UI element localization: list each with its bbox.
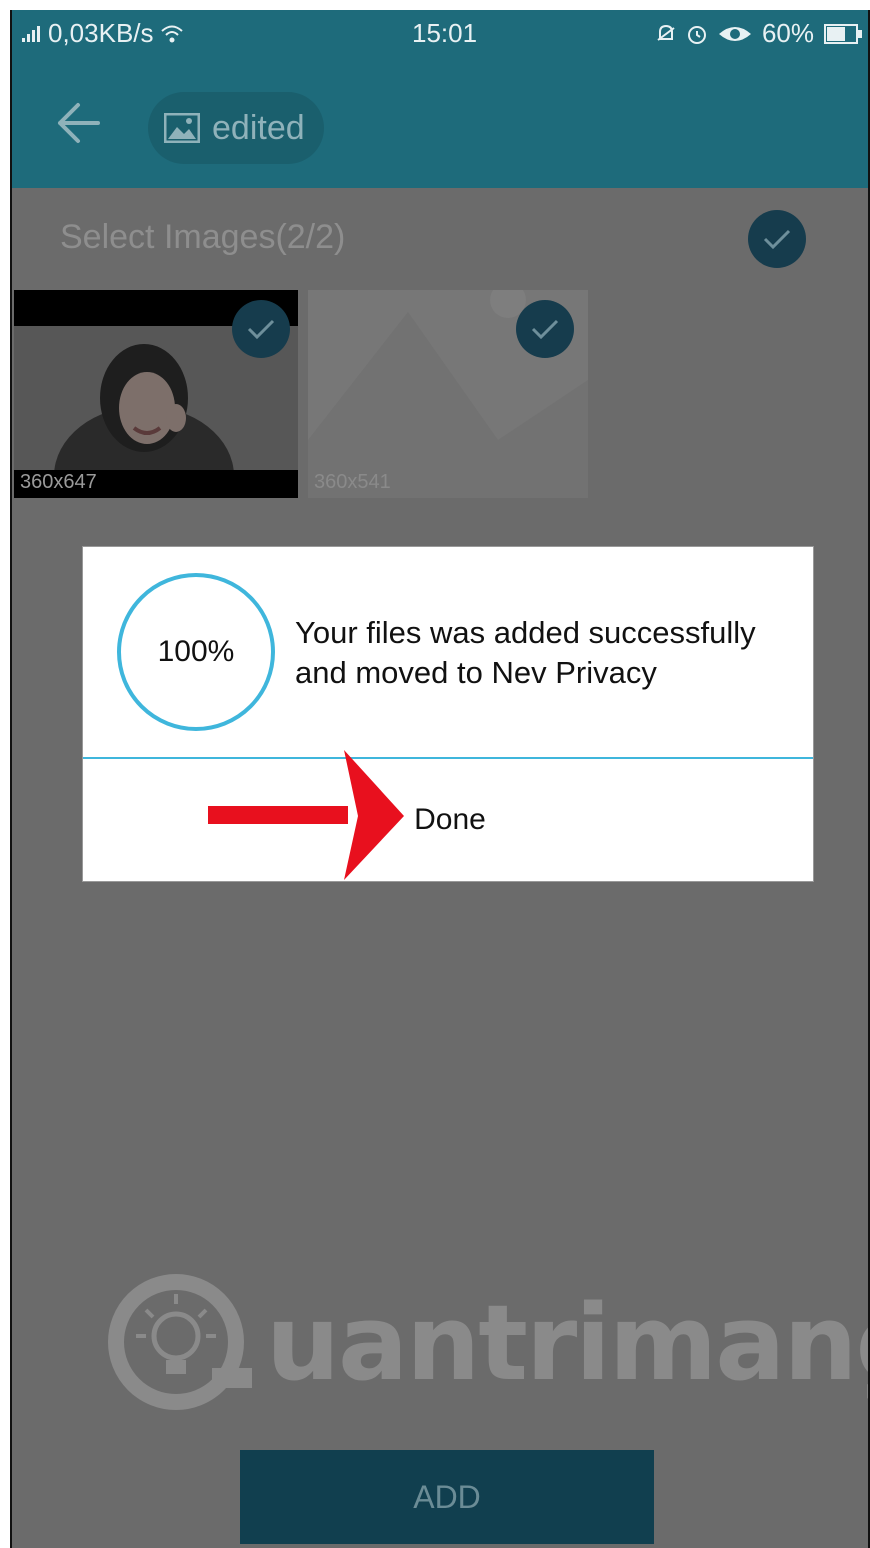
select-images-header: Select Images(2/2) [60,218,346,256]
image-dimensions: 360x541 [314,471,391,493]
image-thumbnail[interactable]: 360x647 [14,290,298,498]
check-icon [763,229,791,250]
wifi-icon [160,25,183,42]
battery-icon [824,23,862,44]
image-icon [164,113,200,143]
check-icon [247,319,275,340]
eye-icon [718,26,751,41]
image-thumbnail[interactable]: 360x541 [308,290,588,498]
watermark-text: uantrimang [266,1282,870,1404]
network-speed: 0,03KB/s [48,18,154,48]
battery-percent: 60% [761,18,814,48]
selected-check[interactable] [232,300,290,358]
success-dialog: 100% Your files was added successfully a… [82,546,814,882]
toolbar: edited [12,56,868,188]
status-left: 0,03KB/s [22,18,184,49]
add-label: ADD [413,1478,481,1515]
back-arrow-icon[interactable] [52,96,106,150]
status-time: 15:01 [412,18,478,48]
folder-chip[interactable]: edited [148,92,324,164]
select-all-check[interactable] [748,210,806,268]
done-button[interactable]: Done [83,759,813,881]
progress-ring: 100% [115,571,277,733]
bell-icon [657,24,675,41]
lightbulb-logo-icon [108,1274,252,1410]
message-line-1: Your files was added successfully [295,615,756,650]
add-button[interactable]: ADD [240,1450,654,1544]
signal-icon [22,25,40,42]
image-dimensions: 360x647 [20,471,97,493]
red-arrow-annotation-icon [208,750,404,880]
progress-percent: 100% [157,635,235,668]
status-right: 60% [656,18,862,49]
alarm-icon [687,25,706,44]
status-bar: 0,03KB/s 15:01 60% [12,10,868,56]
app-screen: 0,03KB/s 15:01 60% edited Select Images(… [10,10,870,1548]
watermark: uantrimang [102,1272,868,1412]
message-line-2: and moved to Nev Privacy [295,655,657,690]
check-icon [531,319,559,340]
folder-label: edited [212,108,305,147]
selected-check[interactable] [516,300,574,358]
dialog-message: Your files was added successfully and mo… [295,613,807,693]
done-label: Done [414,803,486,836]
